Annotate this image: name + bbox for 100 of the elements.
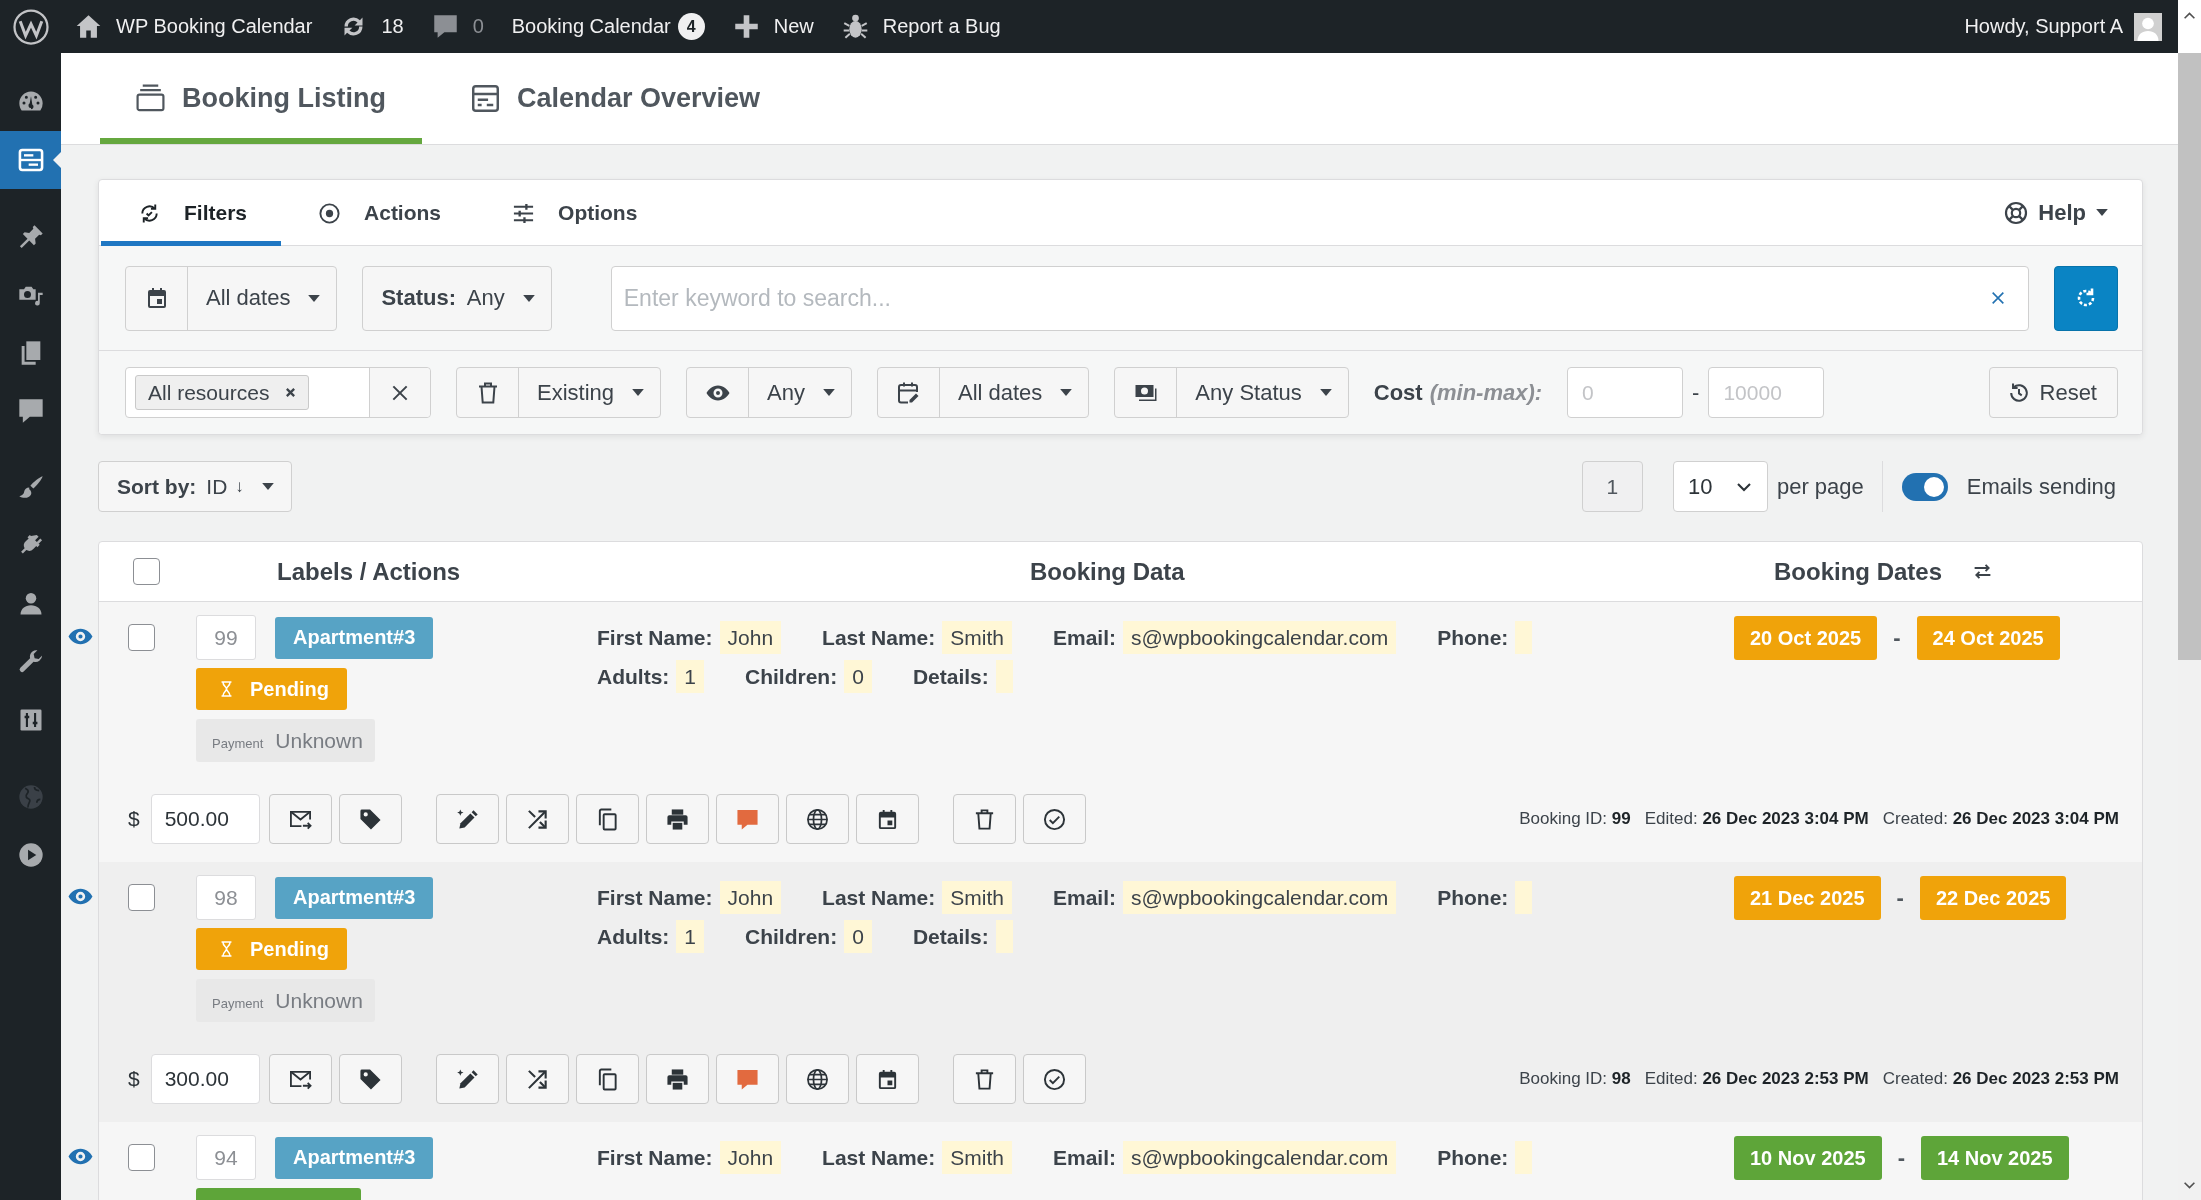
print-button[interactable] bbox=[645, 794, 709, 844]
payment-label: Payment bbox=[212, 735, 264, 751]
payment-filter-dropdown[interactable]: Any Status bbox=[1114, 367, 1349, 418]
caret-icon bbox=[522, 294, 535, 302]
logo-icon[interactable] bbox=[12, 8, 49, 45]
comments-link[interactable]: 0 bbox=[417, 0, 498, 53]
toolbar-tab[interactable]: Actions bbox=[281, 180, 476, 246]
page-number-field[interactable]: 1 bbox=[1581, 461, 1643, 512]
close-icon bbox=[1990, 289, 2006, 306]
min-cost-field[interactable]: 0 bbox=[1567, 367, 1684, 418]
edit-button[interactable] bbox=[435, 794, 499, 844]
calendar-button[interactable] bbox=[855, 794, 919, 844]
resource-label: Apartment#3 bbox=[275, 1136, 434, 1179]
row-checkbox[interactable] bbox=[128, 624, 155, 651]
date-separator: - bbox=[1897, 1145, 1905, 1171]
bug-icon bbox=[841, 13, 869, 40]
remove-icon bbox=[285, 387, 297, 398]
sidebar-menu-item[interactable] bbox=[0, 131, 61, 189]
sort-dropdown[interactable]: Sort by: ID ↓ bbox=[98, 461, 292, 512]
caret-icon bbox=[2096, 209, 2108, 216]
field-label: Phone: bbox=[1437, 885, 1509, 910]
delete-button[interactable] bbox=[952, 794, 1016, 844]
lifebuoy-icon bbox=[2004, 200, 2029, 225]
delete-button[interactable] bbox=[952, 1054, 1016, 1104]
globe-button[interactable] bbox=[785, 1054, 849, 1104]
help-dropdown[interactable]: Help bbox=[2004, 180, 2142, 245]
email-button[interactable] bbox=[268, 794, 332, 844]
resource-label: Apartment#3 bbox=[275, 876, 434, 919]
check-circle-icon bbox=[1042, 807, 1066, 831]
calendar-button[interactable] bbox=[855, 1054, 919, 1104]
pencil-sparkle-icon bbox=[455, 1067, 479, 1091]
caret-icon bbox=[1060, 389, 1073, 396]
field-value: Smith bbox=[942, 881, 1012, 914]
copy-button[interactable] bbox=[575, 1054, 639, 1104]
select-all-checkbox[interactable] bbox=[133, 558, 160, 585]
date-filter-dropdown[interactable]: All dates bbox=[125, 265, 338, 331]
clear-button[interactable] bbox=[369, 368, 430, 417]
caret-icon bbox=[308, 294, 321, 302]
field-label: Last Name: bbox=[822, 625, 936, 650]
page-tab[interactable]: Calendar Overview bbox=[435, 53, 797, 144]
copy-button[interactable] bbox=[575, 794, 639, 844]
field-value: Smith bbox=[942, 621, 1012, 654]
report-bug-link[interactable]: Report a Bug bbox=[827, 0, 1015, 53]
caret-icon bbox=[822, 389, 835, 396]
row-checkbox[interactable] bbox=[128, 884, 155, 911]
toolbar-tab[interactable]: Options bbox=[475, 180, 672, 246]
status-dropdown[interactable]: Status: Any bbox=[362, 265, 552, 331]
resource-tag[interactable]: All resources bbox=[135, 375, 310, 410]
shuffle-button[interactable] bbox=[505, 794, 569, 844]
field-value: John bbox=[719, 621, 782, 654]
max-cost-field[interactable]: 10000 bbox=[1708, 367, 1825, 418]
range-separator: - bbox=[1692, 379, 1700, 406]
site-link[interactable]: WP Booking Calendar bbox=[61, 0, 327, 53]
refresh-button[interactable] bbox=[2054, 265, 2118, 331]
date-separator: - bbox=[1896, 885, 1904, 911]
email-button[interactable] bbox=[268, 1054, 332, 1104]
search-field[interactable]: Enter keyword to search... bbox=[610, 265, 2029, 331]
per-page-select[interactable]: 10 bbox=[1672, 461, 1768, 512]
empty-field-value bbox=[1515, 1141, 1533, 1174]
field-value: Smith bbox=[942, 1141, 1012, 1174]
column-header: Labels / Actions bbox=[277, 557, 462, 586]
tag-icon bbox=[358, 807, 382, 831]
cost-field[interactable]: 300.00 bbox=[150, 1054, 260, 1104]
tag-button[interactable] bbox=[338, 1054, 402, 1104]
note-button[interactable] bbox=[715, 794, 779, 844]
trash-filter-dropdown[interactable]: Existing bbox=[456, 367, 662, 418]
calendar-card-icon bbox=[16, 146, 45, 174]
tag-button[interactable] bbox=[338, 794, 402, 844]
visibility-filter-dropdown[interactable]: Any bbox=[686, 367, 852, 418]
empty-field-value bbox=[995, 660, 1013, 693]
note-button[interactable] bbox=[715, 1054, 779, 1104]
emails-toggle[interactable] bbox=[1901, 472, 1948, 501]
new-link[interactable]: New bbox=[718, 0, 828, 53]
print-button[interactable] bbox=[645, 1054, 709, 1104]
resource-select-field[interactable]: All resources bbox=[125, 367, 431, 418]
field-label: Last Name: bbox=[822, 1145, 936, 1170]
sliders-icon bbox=[512, 201, 536, 225]
scrollbar-thumb[interactable] bbox=[2178, 53, 2201, 660]
row-checkbox[interactable] bbox=[128, 1144, 155, 1171]
page-tab[interactable]: Booking Listing bbox=[100, 53, 422, 144]
plugin-menu-link[interactable]: Booking Calendar 4 bbox=[497, 0, 719, 53]
caret-icon bbox=[632, 389, 645, 396]
field-label: First Name: bbox=[597, 885, 713, 910]
approve-button[interactable] bbox=[1022, 794, 1086, 844]
plus-icon bbox=[732, 13, 760, 40]
shuffle-button[interactable] bbox=[505, 1054, 569, 1104]
date-filter-dropdown[interactable]: All dates bbox=[876, 367, 1090, 418]
calendar-pencil-icon bbox=[896, 380, 921, 405]
printer-icon bbox=[665, 807, 689, 831]
globe-button[interactable] bbox=[785, 794, 849, 844]
approve-button[interactable] bbox=[1022, 1054, 1086, 1104]
account-menu[interactable]: Howdy, Support A bbox=[1950, 0, 2178, 53]
updates-link[interactable]: 18 bbox=[326, 0, 418, 53]
count-badge: 4 bbox=[677, 13, 705, 40]
edit-button[interactable] bbox=[435, 1054, 499, 1104]
cost-field[interactable]: 500.00 bbox=[150, 794, 260, 844]
field-label: Email: bbox=[1052, 625, 1116, 650]
status-badge: Pending bbox=[196, 928, 347, 970]
reset-button[interactable]: Reset bbox=[1988, 367, 2118, 418]
check-circle-icon bbox=[1042, 1067, 1066, 1091]
